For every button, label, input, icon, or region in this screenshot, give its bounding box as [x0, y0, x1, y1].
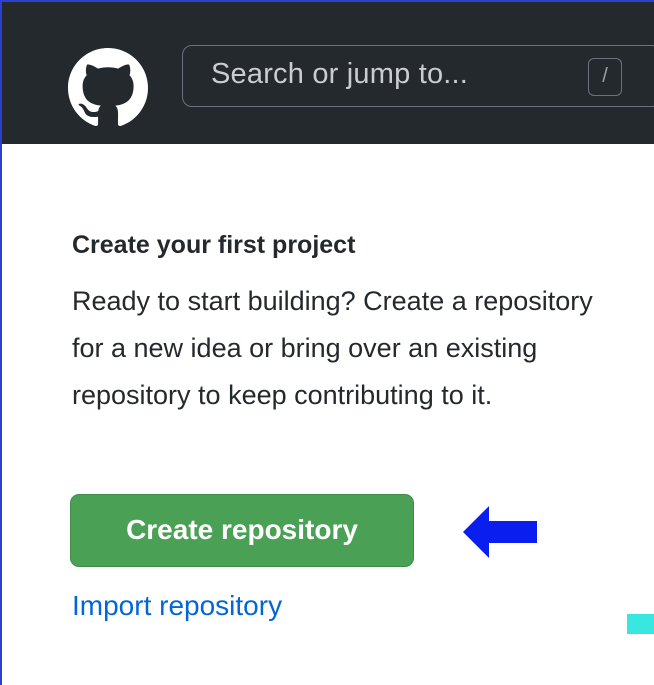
import-repository-link[interactable]: Import repository: [72, 590, 282, 622]
highlight-marker: [627, 614, 654, 634]
top-header: Search or jump to... /: [2, 2, 654, 144]
search-input[interactable]: Search or jump to... /: [182, 45, 654, 107]
app-frame: Search or jump to... / Create your first…: [0, 0, 654, 685]
empty-state-panel: Create your first project Ready to start…: [72, 228, 632, 419]
create-repository-button[interactable]: Create repository: [70, 494, 414, 567]
empty-state-title: Create your first project: [72, 231, 356, 259]
search-placeholder: Search or jump to...: [211, 58, 469, 90]
keyboard-shortcut-badge: /: [588, 58, 622, 96]
empty-state-description: Ready to start building? Create a reposi…: [72, 286, 593, 410]
arrow-left-icon: [463, 506, 537, 558]
github-octocat-icon[interactable]: [68, 48, 148, 128]
